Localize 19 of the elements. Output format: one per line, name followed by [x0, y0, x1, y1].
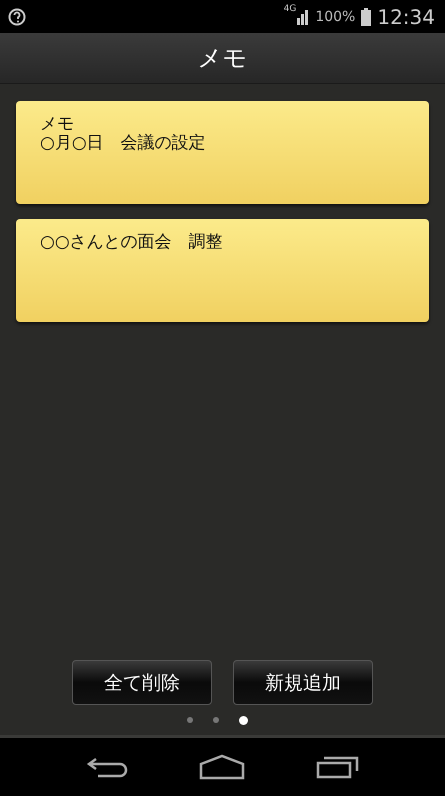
memo-text: ○月○日 会議の設定 — [40, 134, 206, 153]
network-type: 4G — [284, 4, 296, 14]
help-icon — [8, 6, 28, 26]
memo-card[interactable]: メモ ○月○日 会議の設定 — [16, 101, 429, 204]
battery-level: 100% — [315, 8, 356, 24]
delete-all-button[interactable]: 全て削除 — [72, 660, 212, 705]
memo-card[interactable]: ○○さんとの面会 調整 — [16, 219, 429, 322]
battery-icon — [361, 8, 372, 26]
memo-text: メモ — [40, 115, 74, 134]
add-new-button[interactable]: 新規追加 — [233, 660, 373, 705]
page-dot[interactable] — [187, 717, 193, 723]
back-icon[interactable] — [86, 755, 128, 779]
page-dot[interactable] — [239, 716, 248, 724]
clock: 12:34 — [377, 4, 435, 28]
screen-title: メモ — [198, 43, 248, 74]
home-icon[interactable] — [198, 754, 244, 780]
recent-apps-icon[interactable] — [316, 754, 360, 780]
memo-text: ○○さんとの面会 調整 — [40, 233, 223, 252]
page-dot[interactable] — [213, 717, 219, 723]
